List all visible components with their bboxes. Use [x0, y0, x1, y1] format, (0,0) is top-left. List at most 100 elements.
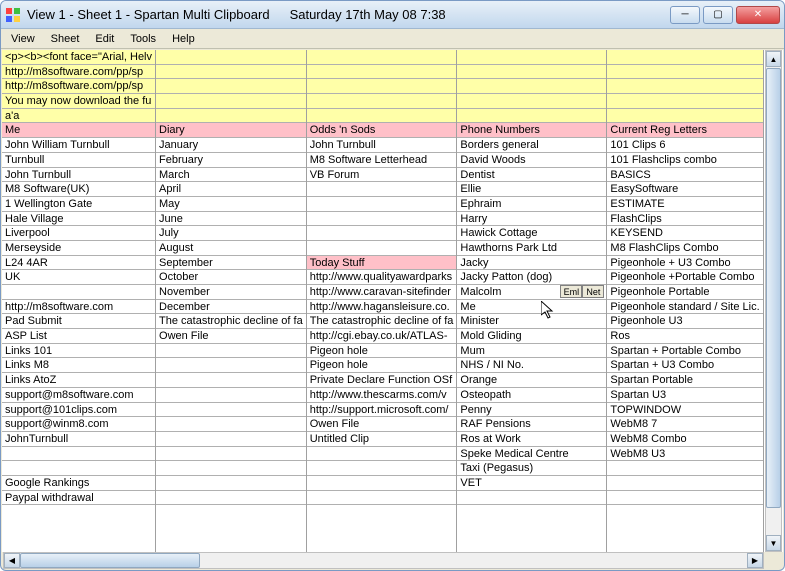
cell[interactable]: February — [156, 153, 306, 168]
cell[interactable]: Links AtoZ — [2, 373, 155, 388]
cell[interactable]: Pigeon hole — [307, 358, 457, 373]
cell[interactable]: Turnbull — [2, 153, 155, 168]
cell[interactable] — [457, 65, 606, 80]
cell[interactable]: Ros — [607, 329, 762, 344]
menu-help[interactable]: Help — [164, 31, 203, 47]
cell[interactable] — [307, 461, 457, 476]
vertical-thumb[interactable] — [766, 68, 781, 508]
cell[interactable]: June — [156, 212, 306, 227]
cell[interactable] — [607, 94, 762, 109]
cell[interactable]: December — [156, 300, 306, 315]
cell[interactable] — [607, 491, 762, 506]
cell[interactable]: http://www.thescarms.com/v — [307, 388, 457, 403]
cell[interactable] — [307, 50, 457, 65]
cell[interactable]: WebM8 U3 — [607, 447, 762, 462]
cell[interactable] — [156, 403, 306, 418]
cell[interactable]: Jacky — [457, 256, 606, 271]
cell[interactable]: http://www.hagansleisure.co. — [307, 300, 457, 315]
cell[interactable]: March — [156, 168, 306, 183]
cell[interactable] — [307, 447, 457, 462]
cell[interactable] — [457, 491, 606, 506]
menu-view[interactable]: View — [3, 31, 43, 47]
cell[interactable]: NHS / NI No. — [457, 358, 606, 373]
cell[interactable]: Private Declare Function OSf — [307, 373, 457, 388]
cell[interactable]: Untitled Clip — [307, 432, 457, 447]
cell[interactable]: May — [156, 197, 306, 212]
cell[interactable]: David Woods — [457, 153, 606, 168]
cell[interactable] — [307, 182, 457, 197]
cell[interactable]: Merseyside — [2, 241, 155, 256]
cell[interactable] — [156, 358, 306, 373]
cell[interactable]: Phone Numbers — [457, 123, 606, 138]
cell[interactable]: VET — [457, 476, 606, 491]
cell[interactable]: Ephraim — [457, 197, 606, 212]
cell[interactable] — [607, 109, 762, 124]
horizontal-scrollbar[interactable]: ◀ ▶ — [3, 552, 764, 569]
cell[interactable]: Spartan U3 — [607, 388, 762, 403]
cell[interactable]: Links M8 — [2, 358, 155, 373]
menu-sheet[interactable]: Sheet — [43, 31, 88, 47]
cell[interactable] — [457, 79, 606, 94]
cell[interactable]: KEYSEND — [607, 226, 762, 241]
cell[interactable]: WebM8 7 — [607, 417, 762, 432]
cell[interactable]: Ellie — [457, 182, 606, 197]
cell[interactable]: Hale Village — [2, 212, 155, 227]
cell[interactable]: November — [156, 285, 306, 300]
cell[interactable] — [307, 226, 457, 241]
vertical-scrollbar[interactable]: ▲ ▼ — [765, 50, 782, 552]
cell[interactable]: Pigeonhole +Portable Combo — [607, 270, 762, 285]
cell[interactable]: Liverpool — [2, 226, 155, 241]
cell[interactable]: Spartan + U3 Combo — [607, 358, 762, 373]
cell[interactable]: Me — [457, 300, 606, 315]
net-button[interactable]: Net — [582, 285, 604, 298]
cell[interactable]: Mum — [457, 344, 606, 359]
cell[interactable] — [156, 476, 306, 491]
cell[interactable]: FlashClips — [607, 212, 762, 227]
cell[interactable]: Spartan Portable — [607, 373, 762, 388]
cell[interactable]: Pad Submit — [2, 314, 155, 329]
cell[interactable]: MalcolmEmlNet — [457, 285, 606, 300]
cell[interactable]: Mold Gliding — [457, 329, 606, 344]
maximize-button[interactable]: ▢ — [703, 6, 733, 24]
cell[interactable] — [156, 461, 306, 476]
minimize-button[interactable]: ─ — [670, 6, 700, 24]
cell[interactable]: July — [156, 226, 306, 241]
cell[interactable]: ASP List — [2, 329, 155, 344]
cell[interactable]: JohnTurnbull — [2, 432, 155, 447]
cell[interactable] — [2, 461, 155, 476]
cell[interactable]: Minister — [457, 314, 606, 329]
menu-edit[interactable]: Edit — [87, 31, 122, 47]
cell[interactable]: 101 Flashclips combo — [607, 153, 762, 168]
cell[interactable]: http://m8software.com/pp/sp — [2, 65, 155, 80]
cell[interactable]: Google Rankings — [2, 476, 155, 491]
scroll-down-button[interactable]: ▼ — [766, 535, 781, 551]
cell[interactable]: 1 Wellington Gate — [2, 197, 155, 212]
cell[interactable]: http://m8software.com/pp/sp — [2, 79, 155, 94]
cell[interactable]: support@winm8.com — [2, 417, 155, 432]
cell[interactable] — [2, 285, 155, 300]
cell[interactable] — [2, 447, 155, 462]
cell[interactable] — [156, 79, 306, 94]
cell[interactable] — [607, 476, 762, 491]
cell[interactable]: Pigeonhole U3 — [607, 314, 762, 329]
cell[interactable]: M8 Software(UK) — [2, 182, 155, 197]
cell[interactable]: ESTIMATE — [607, 197, 762, 212]
scroll-up-button[interactable]: ▲ — [766, 51, 781, 67]
cell[interactable]: You may now download the fu — [2, 94, 155, 109]
cell[interactable]: support@101clips.com — [2, 403, 155, 418]
cell[interactable] — [607, 79, 762, 94]
cell[interactable]: Pigeon hole — [307, 344, 457, 359]
cell[interactable]: Owen File — [307, 417, 457, 432]
cell[interactable]: Paypal withdrawal — [2, 491, 155, 506]
cell[interactable] — [156, 50, 306, 65]
cell[interactable] — [156, 417, 306, 432]
cell[interactable] — [607, 65, 762, 80]
close-button[interactable]: ✕ — [736, 6, 780, 24]
cell[interactable]: L24 4AR — [2, 256, 155, 271]
cell[interactable]: Pigeonhole Portable — [607, 285, 762, 300]
horizontal-thumb[interactable] — [20, 553, 200, 568]
cell[interactable] — [457, 50, 606, 65]
cell[interactable]: Diary — [156, 123, 306, 138]
cell[interactable] — [607, 461, 762, 476]
cell[interactable] — [307, 94, 457, 109]
